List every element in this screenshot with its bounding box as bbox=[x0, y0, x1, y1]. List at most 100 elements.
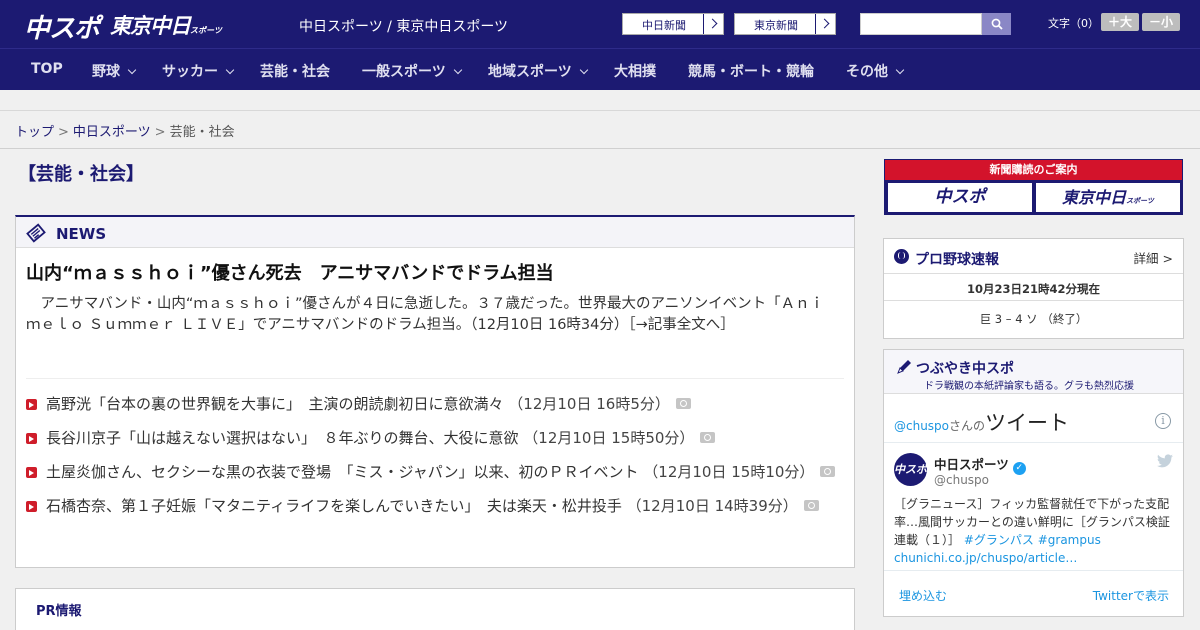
news-item[interactable]: 石橋杏奈、第１子妊娠「マタニティライフを楽しんでいきたい」 夫は楽天・松井投手 … bbox=[26, 496, 838, 516]
chuspo-logo[interactable]: 中スポ bbox=[24, 8, 100, 45]
nav-label: 地域スポーツ bbox=[488, 64, 572, 80]
tokyo-logo-small: スポーツ bbox=[190, 26, 222, 35]
chevron-down-icon bbox=[127, 65, 137, 75]
tokyo-chunichi-logo[interactable]: 東京中日スポーツ bbox=[110, 10, 222, 40]
subscribe-tokyo-button[interactable]: 東京中日スポーツ bbox=[1036, 183, 1180, 212]
nav-general-sports[interactable]: 一般スポーツ bbox=[362, 61, 462, 81]
twitter-widget-title: ツイート bbox=[985, 411, 1070, 435]
lead-article-body[interactable]: アニサマバンド・山内“ｍａｓｓｈｏｉ”優さんが４日に急逝した。３７歳だった。世界… bbox=[26, 294, 838, 336]
play-bullet-icon bbox=[26, 399, 37, 410]
tweet-text[interactable]: ［グラニュース］フィッカ監督就任で下がった支配率…風間サッカーとの違い鮮明に［グ… bbox=[894, 495, 1176, 567]
nav-label: 芸能・社会 bbox=[260, 64, 330, 80]
news-item-title: 石橋杏奈、第１子妊娠「マタニティライフを楽しんでいきたい」 夫は楽天・松井投手 bbox=[46, 497, 622, 515]
tweet-hashtags[interactable]: #グランパス #grampus bbox=[964, 533, 1101, 547]
divider bbox=[26, 378, 844, 379]
play-bullet-icon bbox=[26, 467, 37, 478]
twitter-subtitle: ドラ戦観の本紙評論家も語る。グラも熱烈応援 bbox=[924, 381, 1134, 392]
subscribe-tokyo-label: 東京中日 bbox=[1062, 188, 1127, 207]
embed-link[interactable]: 埋め込む bbox=[899, 587, 947, 604]
nav-label: 競馬・ボート・競輪 bbox=[688, 64, 814, 80]
breadcrumb-separator: > bbox=[58, 125, 69, 140]
chevron-down-icon bbox=[225, 65, 235, 75]
breadcrumb-home[interactable]: トップ bbox=[15, 125, 54, 140]
tweet-user-name-text: 中日スポーツ bbox=[934, 457, 1009, 472]
nav-entertainment[interactable]: 芸能・社会 bbox=[260, 61, 330, 81]
nav-local-sports[interactable]: 地域スポーツ bbox=[488, 61, 588, 81]
pr-label: PR情報 bbox=[36, 604, 82, 619]
nav-sumo[interactable]: 大相撲 bbox=[614, 61, 656, 81]
news-item[interactable]: 土屋炎伽さん、セクシーな黒の衣装で登場 「ミス・ジャパン」以来、初のＰＲイベント… bbox=[26, 462, 838, 482]
font-size-label: 文字（0） bbox=[1048, 17, 1099, 30]
chevron-down-icon bbox=[453, 65, 462, 75]
avatar[interactable]: 中スポ bbox=[894, 453, 927, 486]
font-smaller-button[interactable]: －小 bbox=[1142, 13, 1180, 31]
news-item-title: 高野洸「台本の裏の世界観を大事に」 主演の朗読劇初日に意欲満々 bbox=[46, 395, 504, 413]
subscription-banner[interactable]: 新聞購読のご案内 中スポ 東京中日スポーツ bbox=[884, 159, 1183, 215]
tweet-user-handle[interactable]: @chuspo bbox=[934, 473, 989, 487]
pen-icon bbox=[897, 360, 911, 374]
info-icon[interactable]: i bbox=[1155, 413, 1171, 429]
twitter-widget-san: さんの bbox=[949, 419, 986, 433]
page-title: 【芸能・社会】 bbox=[18, 164, 144, 185]
twitter-bird-icon[interactable] bbox=[1157, 454, 1173, 468]
tweet-link[interactable]: chunichi.co.jp/chuspo/article… bbox=[894, 551, 1077, 565]
news-label: NEWS bbox=[56, 225, 107, 243]
site-names: 中日スポーツ / 東京中日スポーツ bbox=[299, 19, 509, 35]
nav-top[interactable]: TOP bbox=[31, 61, 63, 77]
breadcrumb-current: 芸能・社会 bbox=[169, 125, 235, 140]
news-item[interactable]: 高野洸「台本の裏の世界観を大事に」 主演の朗読劇初日に意欲満々 （12月10日 … bbox=[26, 394, 838, 414]
chevron-down-icon bbox=[579, 65, 588, 75]
nav-other[interactable]: その他 bbox=[846, 61, 905, 81]
chunichi-shimbun-label: 中日新聞 bbox=[642, 19, 686, 32]
nav-soccer[interactable]: サッカー bbox=[162, 61, 235, 81]
baseball-title: プロ野球速報 bbox=[915, 252, 999, 268]
main-nav: TOP 野球 サッカー 芸能・社会 一般スポーツ 地域スポーツ 大相撲 競馬・ボ… bbox=[0, 48, 1200, 90]
play-bullet-icon bbox=[26, 433, 37, 444]
news-item-time: （12月10日 15時10分） bbox=[643, 463, 815, 481]
subscription-strap-text: 新聞購読のご案内 bbox=[989, 163, 1078, 176]
subscribe-chuspo-button[interactable]: 中スポ bbox=[888, 183, 1032, 212]
breadcrumb-section[interactable]: 中日スポーツ bbox=[73, 125, 151, 140]
nav-label: 野球 bbox=[92, 64, 120, 80]
chunichi-shimbun-button[interactable]: 中日新聞 bbox=[622, 13, 724, 35]
baseball-score[interactable]: 巨 3 – 4 ソ （終了） bbox=[884, 311, 1183, 327]
camera-icon bbox=[700, 432, 716, 443]
news-item[interactable]: 長谷川京子「山は越えない選択はない」 ８年ぶりの舞台、大役に意欲 （12月10日… bbox=[26, 428, 838, 448]
tokyo-shimbun-label: 東京新聞 bbox=[754, 19, 798, 32]
news-item-title: 土屋炎伽さん、セクシーな黒の衣装で登場 「ミス・ジャパン」以来、初のＰＲイベント bbox=[46, 463, 639, 481]
camera-icon bbox=[675, 398, 691, 409]
play-bullet-icon bbox=[26, 501, 37, 512]
news-list: 高野洸「台本の裏の世界観を大事に」 主演の朗読劇初日に意欲満々 （12月10日 … bbox=[26, 394, 838, 530]
divider bbox=[884, 300, 1183, 301]
camera-icon bbox=[820, 466, 836, 477]
tweet-user-name[interactable]: 中日スポーツ ✓ bbox=[934, 454, 1026, 475]
tokyo-shimbun-button[interactable]: 東京新聞 bbox=[734, 13, 836, 35]
spacer-strip bbox=[0, 90, 1200, 111]
nav-label: 一般スポーツ bbox=[362, 64, 446, 80]
breadcrumb-bar: トップ > 中日スポーツ > 芸能・社会 bbox=[0, 111, 1200, 149]
breadcrumb-separator: > bbox=[154, 125, 166, 140]
search-button[interactable] bbox=[982, 13, 1011, 35]
divider bbox=[884, 442, 1183, 443]
lead-article-title[interactable]: 山内“ｍａｓｓｈｏｉ”優さん死去 アニサマバンドでドラム担当 bbox=[26, 259, 554, 285]
nav-label: TOP bbox=[31, 61, 63, 77]
breadcrumb: トップ > 中日スポーツ > 芸能・社会 bbox=[15, 121, 235, 140]
news-item-time: （12月10日 14時39分） bbox=[626, 497, 798, 515]
news-item-time: （12月10日 15時50分） bbox=[523, 429, 695, 447]
camera-icon bbox=[803, 500, 819, 511]
baseball-scores-box: プロ野球速報 詳細 > 10月23日21時42分現在 巨 3 – 4 ソ （終了… bbox=[883, 238, 1184, 339]
search-input[interactable] bbox=[860, 13, 982, 35]
pr-box: PR情報 bbox=[15, 588, 855, 630]
baseball-icon bbox=[894, 249, 909, 264]
baseball-details-link[interactable]: 詳細 > bbox=[1134, 248, 1173, 267]
twitter-widget-handle[interactable]: @chuspo bbox=[894, 419, 949, 433]
chevron-down-icon bbox=[895, 65, 905, 75]
nav-baseball[interactable]: 野球 bbox=[92, 61, 137, 81]
nav-keiba[interactable]: 競馬・ボート・競輪 bbox=[688, 61, 814, 81]
nav-label: 大相撲 bbox=[614, 64, 656, 80]
font-larger-button[interactable]: ＋大 bbox=[1101, 13, 1139, 31]
view-on-twitter-link[interactable]: Twitterで表示 bbox=[1093, 587, 1169, 604]
nav-label: その他 bbox=[846, 64, 888, 80]
chevron-right-icon bbox=[703, 14, 723, 34]
subscribe-tokyo-small: スポーツ bbox=[1126, 197, 1154, 205]
